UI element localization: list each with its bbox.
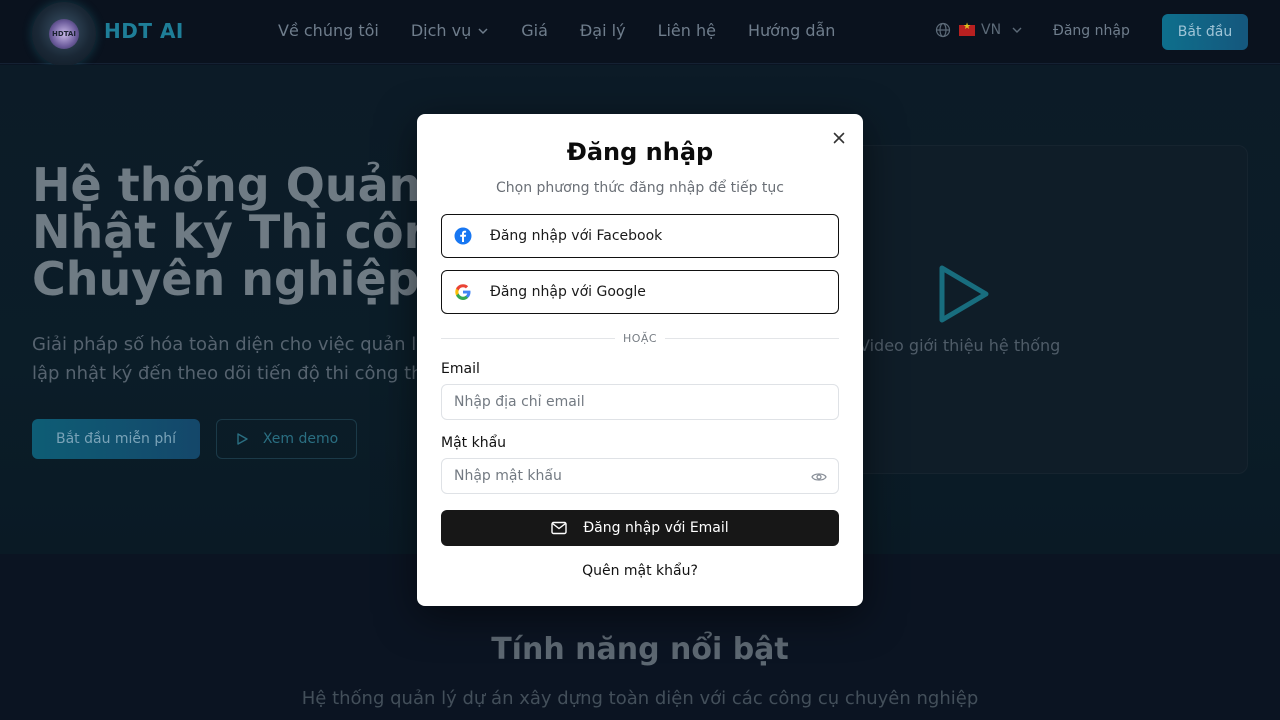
- divider-text: HOẶC: [622, 331, 658, 345]
- email-field[interactable]: [441, 384, 839, 420]
- divider-line: [665, 337, 840, 339]
- modal-title: Đăng nhập: [566, 138, 714, 166]
- google-icon: [455, 284, 471, 300]
- google-login-button[interactable]: Đăng nhập với Google: [441, 270, 839, 314]
- password-field[interactable]: [441, 458, 839, 494]
- eye-icon[interactable]: [811, 469, 827, 485]
- divider-line: [441, 337, 615, 339]
- forgot-password-link[interactable]: Quên mật khẩu?: [417, 563, 863, 579]
- password-label: Mật khẩu: [441, 435, 507, 451]
- facebook-login-button[interactable]: Đăng nhập với Facebook: [441, 214, 839, 258]
- modal-subtitle: Chọn phương thức đăng nhập để tiếp tục: [495, 180, 784, 196]
- email-label: Email: [441, 361, 480, 377]
- mail-icon: [551, 521, 568, 535]
- login-modal: Đăng nhập Chọn phương thức đăng nhập để …: [417, 114, 863, 606]
- email-login-button[interactable]: Đăng nhập với Email: [441, 510, 839, 546]
- or-divider: HOẶC: [441, 330, 840, 346]
- facebook-icon: [454, 227, 472, 245]
